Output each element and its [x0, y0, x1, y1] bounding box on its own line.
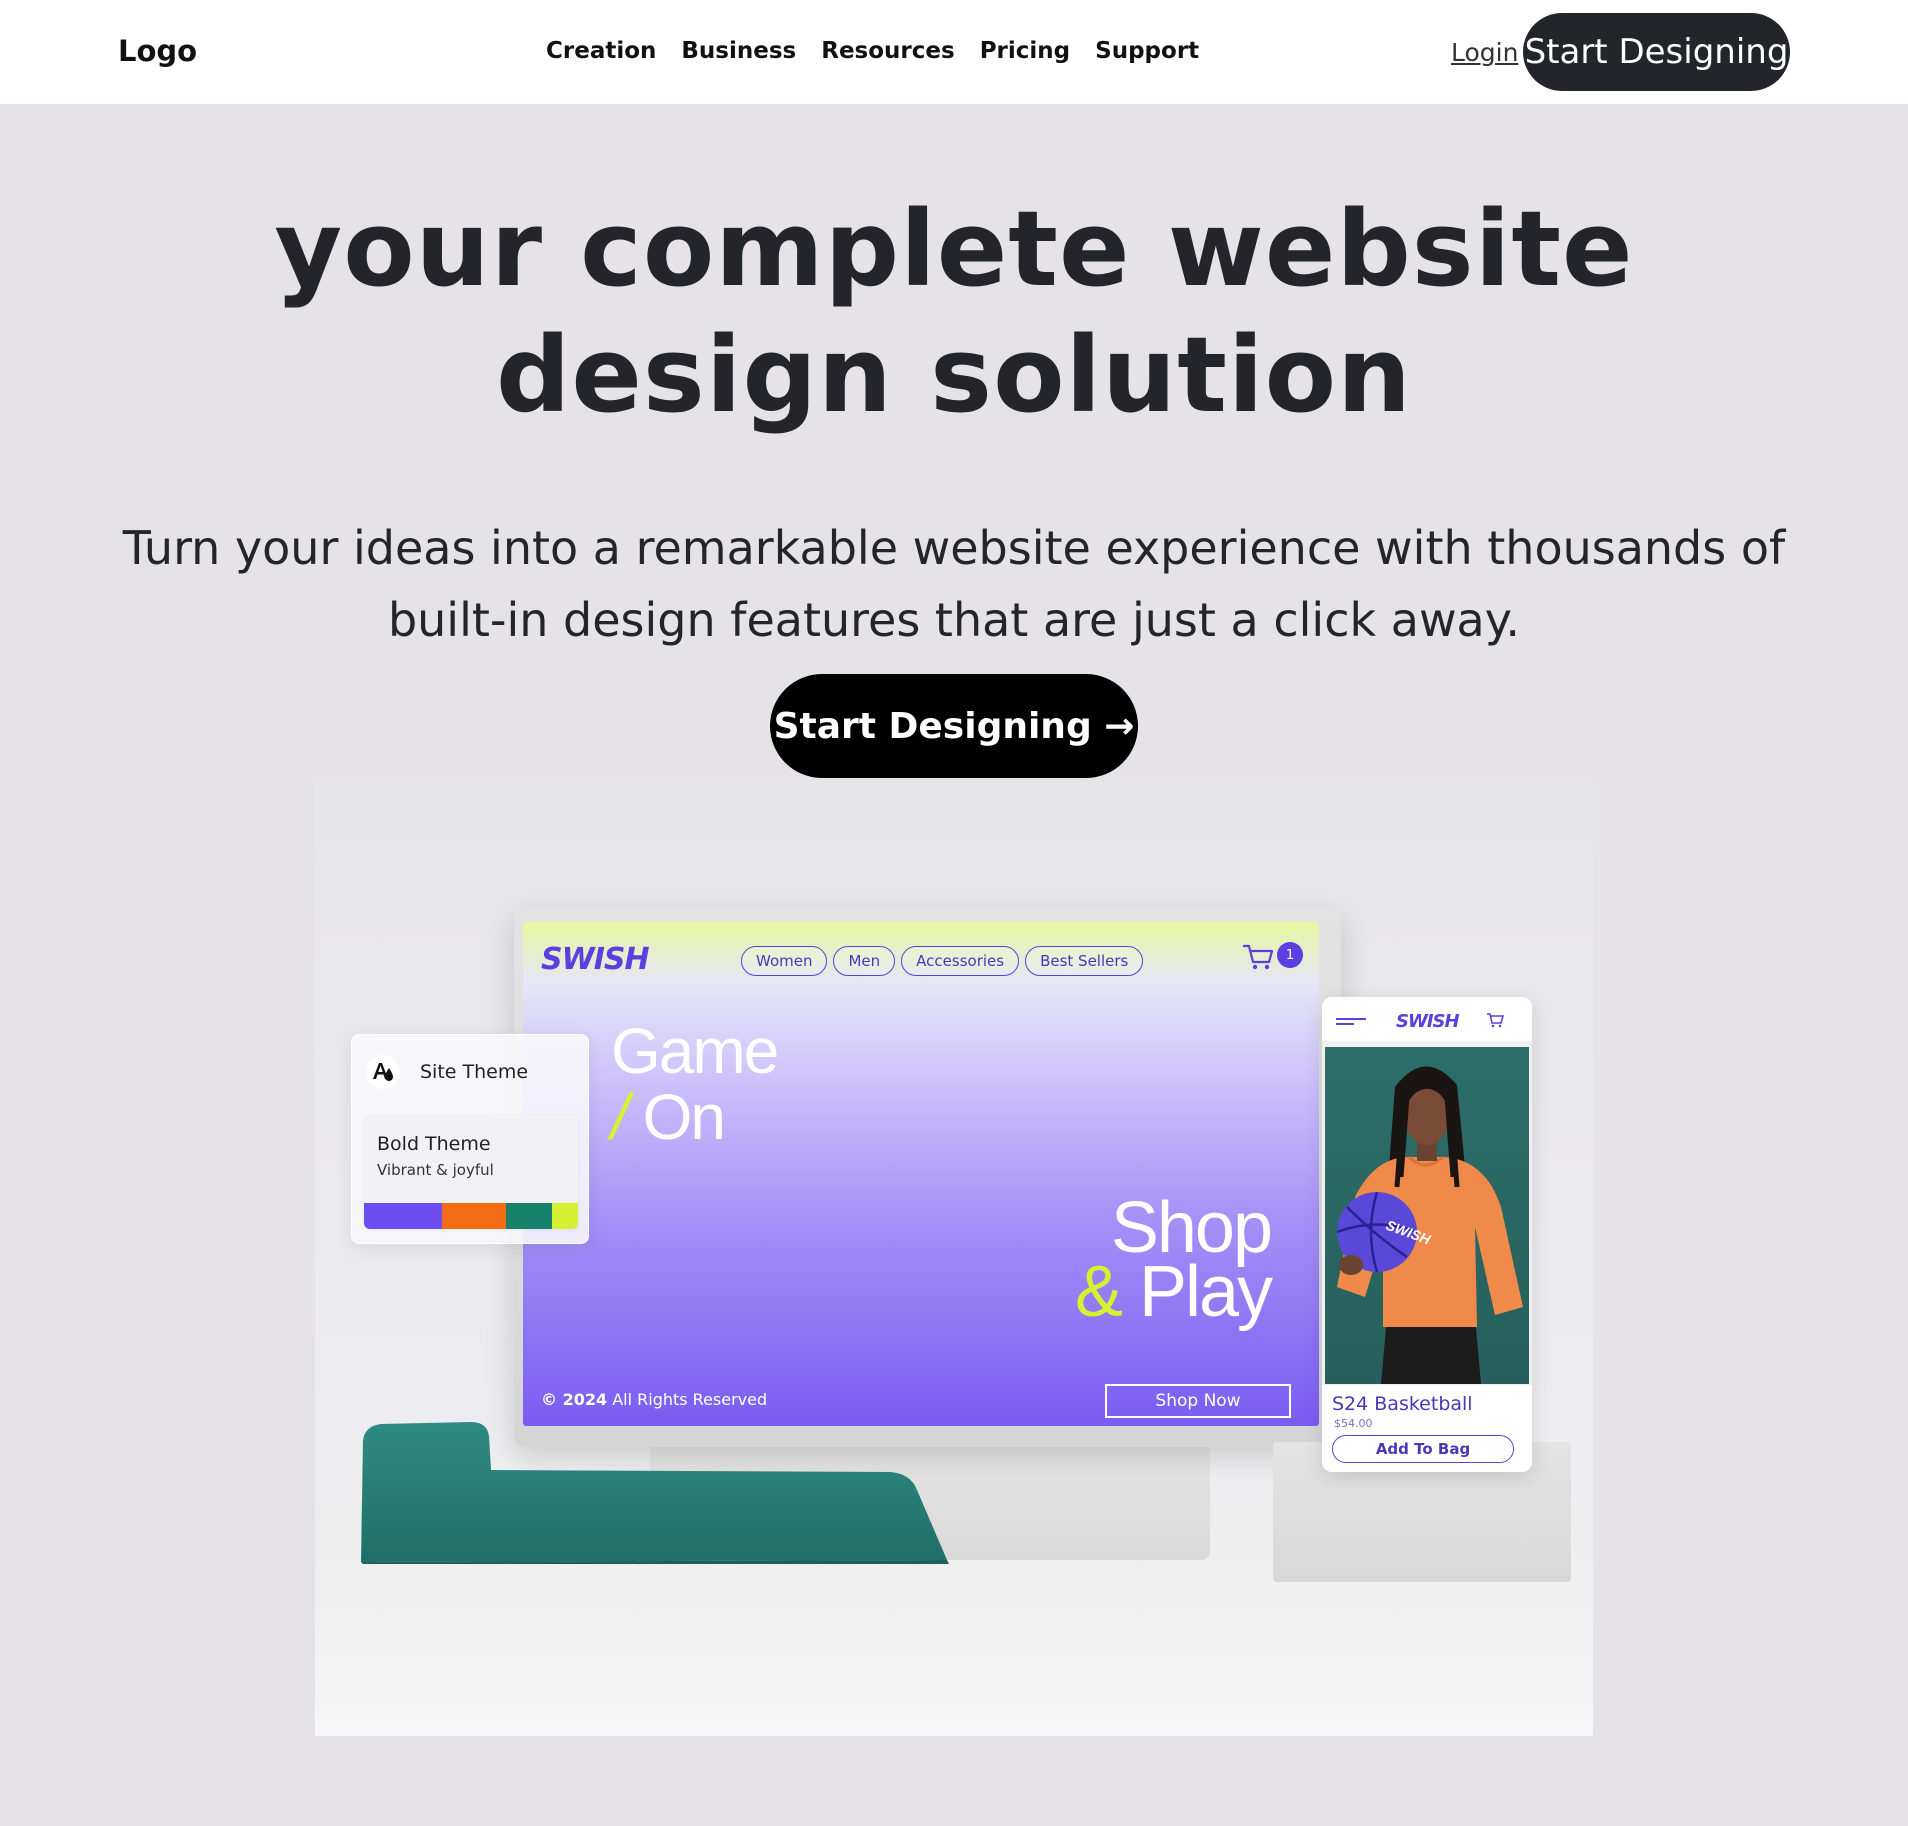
headline-slash: /	[611, 1081, 629, 1153]
site-nav-women: Women	[741, 946, 828, 976]
cart-count-badge: 1	[1277, 942, 1303, 968]
theme-drop-icon	[373, 1063, 393, 1081]
theme-swatches	[364, 1203, 578, 1229]
swatch-orange	[442, 1203, 506, 1229]
main-nav: Creation Business Resources Pricing Supp…	[546, 38, 1199, 64]
site-nav: Women Men Accessories Best Sellers	[741, 946, 1144, 976]
theme-name: Bold Theme	[377, 1133, 491, 1155]
nav-link-support[interactable]: Support	[1095, 38, 1199, 64]
hero-title: your complete website design solution	[274, 188, 1634, 436]
hero-headline: Game / On	[611, 1015, 779, 1150]
site-nav-accessories: Accessories	[901, 946, 1020, 976]
phone-site-logo: SWISH	[1396, 1011, 1460, 1032]
phone-cart-icon	[1487, 1013, 1504, 1028]
site-nav-men: Men	[833, 946, 896, 976]
menu-icon	[1336, 1018, 1366, 1025]
headline-line-2: / On	[611, 1084, 777, 1150]
nav-start-designing-button[interactable]: Start Designing	[1523, 13, 1790, 91]
shop-now-button: Shop Now	[1105, 1384, 1291, 1418]
phone-header: SWISH	[1322, 997, 1532, 1041]
product-photo: SWISH	[1325, 1047, 1529, 1384]
cart-icon	[1243, 944, 1274, 970]
product-price: $54.00	[1334, 1417, 1373, 1430]
hero-mockup-image: SWISH Women Men Accessories Best Sellers…	[315, 782, 1593, 1736]
green-foam-block	[361, 1422, 949, 1564]
headline-line-1: Game	[611, 1015, 779, 1087]
headline-word-on: On	[642, 1081, 726, 1153]
add-to-bag-button: Add To Bag	[1332, 1435, 1514, 1463]
model-with-basketball-illustration: SWISH	[1336, 1066, 1523, 1384]
product-name: S24 Basketball	[1332, 1393, 1473, 1415]
site-theme-card: Site Theme Bold Theme Vibrant & joyful	[351, 1034, 589, 1244]
brand-logo[interactable]: Logo	[118, 34, 197, 68]
nav-link-creation[interactable]: Creation	[546, 38, 656, 64]
tagline-amp: &	[1074, 1252, 1123, 1332]
swatch-purple	[364, 1203, 442, 1229]
login-link[interactable]: Login	[1451, 38, 1518, 67]
top-navbar: Logo Creation Business Resources Pricing…	[0, 0, 1908, 104]
hero-subtitle: Turn your ideas into a remarkable websit…	[122, 521, 1786, 647]
tagline-word-play: Play	[1138, 1252, 1273, 1332]
product-info: S24 Basketball $54.00 Add To Bag	[1322, 1385, 1532, 1472]
theme-description: Vibrant & joyful	[377, 1161, 494, 1179]
swatch-green	[506, 1203, 552, 1229]
site-nav-best-sellers: Best Sellers	[1025, 946, 1144, 976]
nav-link-pricing[interactable]: Pricing	[980, 38, 1070, 64]
theme-palette-icon	[366, 1055, 400, 1089]
theme-card-title: Site Theme	[420, 1061, 529, 1083]
tagline-line-2: & Play	[1075, 1256, 1273, 1328]
monitor-screen: SWISH Women Men Accessories Best Sellers…	[523, 922, 1319, 1426]
site-logo: SWISH	[541, 942, 650, 977]
tagline-line-1: Shop	[1110, 1188, 1273, 1268]
nav-link-business[interactable]: Business	[681, 38, 796, 64]
phone-mockup: SWISH SWISH S24 Basketball $54.00 Add To…	[1322, 997, 1532, 1472]
theme-option: Bold Theme Vibrant & joyful	[364, 1115, 578, 1229]
nav-link-resources[interactable]: Resources	[821, 38, 954, 64]
tagline: Shop & Play	[1075, 1188, 1273, 1328]
swatch-lime	[552, 1203, 578, 1229]
hero-start-designing-button[interactable]: Start Designing →	[770, 674, 1138, 778]
